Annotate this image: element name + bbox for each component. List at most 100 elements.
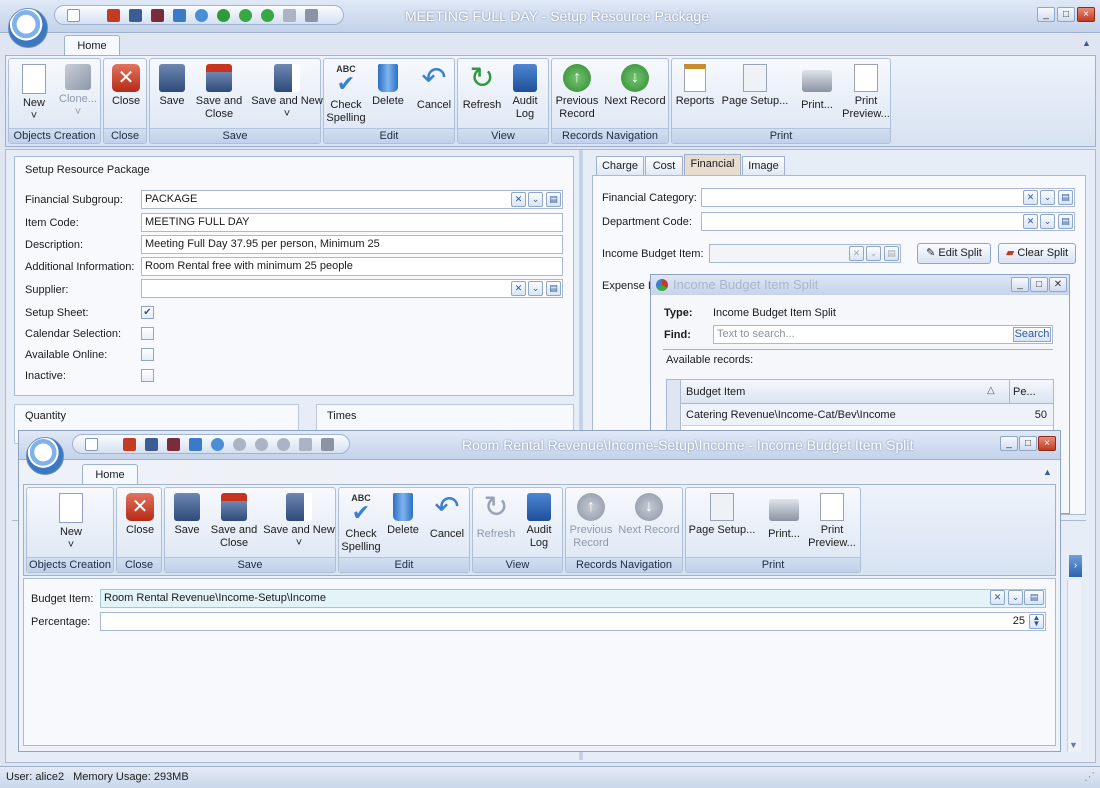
search-input[interactable]: Text to search... Search bbox=[713, 325, 1053, 344]
dropdown-icon[interactable]: ⌄ bbox=[528, 281, 543, 296]
previous-record-button[interactable]: ↑ Previous Record bbox=[563, 493, 619, 550]
split-edit-close-button[interactable]: × bbox=[1038, 436, 1056, 451]
qat-new-icon[interactable] bbox=[85, 438, 98, 451]
clear-icon[interactable]: ✕ bbox=[1023, 190, 1038, 205]
available-online-checkbox[interactable] bbox=[141, 348, 154, 361]
clear-icon[interactable]: ✕ bbox=[511, 192, 526, 207]
clear-icon[interactable]: ✕ bbox=[849, 246, 864, 261]
app-logo[interactable] bbox=[8, 8, 48, 48]
lookup-icon[interactable]: ▤ bbox=[1058, 190, 1073, 205]
qat-new-icon[interactable] bbox=[67, 9, 80, 22]
scroll-right-button[interactable]: › bbox=[1069, 555, 1082, 577]
inactive-checkbox[interactable] bbox=[141, 369, 154, 382]
clear-split-button[interactable]: ▰ Clear Split bbox=[998, 243, 1076, 264]
financial-subgroup-field[interactable]: PACKAGE ✕ ⌄ ▤ bbox=[141, 190, 563, 209]
budget-item-field[interactable]: Room Rental Revenue\Income-Setup\Income … bbox=[100, 589, 1046, 608]
setup-sheet-checkbox[interactable]: ✔ bbox=[141, 306, 154, 319]
main-maximize-button[interactable]: □ bbox=[1057, 7, 1075, 22]
calendar-selection-checkbox[interactable] bbox=[141, 327, 154, 340]
financial-category-field[interactable]: ✕ ⌄ ▤ bbox=[701, 188, 1075, 207]
column-percentage[interactable]: Pe... bbox=[1013, 386, 1036, 398]
qat-prev-icon[interactable] bbox=[239, 9, 252, 22]
tab-image[interactable]: Image bbox=[742, 156, 785, 175]
audit-log-button[interactable]: Audit Log bbox=[497, 64, 553, 121]
cancel-button[interactable]: ↶ Cancel bbox=[419, 493, 475, 541]
qat-delete-icon[interactable] bbox=[189, 438, 202, 451]
dropdown-icon[interactable]: ⌄ bbox=[1040, 214, 1055, 229]
main-tab-home[interactable]: Home bbox=[64, 35, 120, 56]
next-record-button[interactable]: ↓ Next Record bbox=[616, 493, 682, 537]
qat-close-icon[interactable] bbox=[107, 9, 120, 22]
page-setup-button[interactable]: Page Setup... bbox=[719, 64, 791, 108]
qat-next-icon[interactable] bbox=[261, 9, 274, 22]
spin-updown-icon[interactable]: ▲ ▼ bbox=[1029, 614, 1044, 629]
dropdown-icon[interactable]: ⌄ bbox=[1040, 190, 1055, 205]
new-button[interactable]: New ˅ bbox=[43, 493, 99, 552]
vertical-scrollbar[interactable] bbox=[1067, 580, 1081, 752]
lookup-icon[interactable]: ▤ bbox=[1024, 590, 1044, 605]
qat-next-icon[interactable] bbox=[277, 438, 290, 451]
qat-print-icon[interactable] bbox=[321, 438, 334, 451]
print-preview-button[interactable]: Print Preview... bbox=[838, 64, 894, 121]
income-budget-item-field[interactable]: ✕ ⌄ ▤ bbox=[709, 244, 901, 263]
main-minimize-button[interactable]: _ bbox=[1037, 7, 1055, 22]
save-and-close-button[interactable]: Save and Close bbox=[191, 64, 247, 121]
qat-page-setup-icon[interactable] bbox=[299, 438, 312, 451]
qat-prev-icon[interactable] bbox=[255, 438, 268, 451]
qat-refresh-icon[interactable] bbox=[233, 438, 246, 451]
page-setup-button[interactable]: Page Setup... bbox=[686, 493, 758, 537]
resize-grip-icon[interactable]: ⋰ bbox=[1084, 770, 1095, 783]
clear-icon[interactable]: ✕ bbox=[990, 590, 1005, 605]
split-edit-maximize-button[interactable]: □ bbox=[1019, 436, 1037, 451]
qat-save-close-icon[interactable] bbox=[151, 9, 164, 22]
print-preview-button[interactable]: Print Preview... bbox=[804, 493, 860, 550]
split-ribbon-collapse-icon[interactable]: ▲ bbox=[1043, 467, 1052, 477]
lookup-icon[interactable]: ▤ bbox=[546, 192, 561, 207]
split-minimize-button[interactable]: _ bbox=[1011, 277, 1029, 292]
qat-refresh-icon[interactable] bbox=[217, 9, 230, 22]
print-button[interactable]: Print... bbox=[789, 64, 845, 112]
tab-cost[interactable]: Cost bbox=[645, 156, 683, 175]
qat-undo-icon[interactable] bbox=[195, 9, 208, 22]
edit-split-button[interactable]: ✎ Edit Split bbox=[917, 243, 991, 264]
table-row[interactable]: Catering Revenue\Income-Cat/Bev\Income 5… bbox=[682, 404, 1053, 426]
qat-save-icon[interactable] bbox=[145, 438, 158, 451]
dropdown-icon[interactable]: ⌄ bbox=[1008, 590, 1023, 605]
search-button[interactable]: Search bbox=[1013, 327, 1051, 342]
clear-icon[interactable]: ✕ bbox=[511, 281, 526, 296]
dropdown-icon[interactable]: ⌄ bbox=[866, 246, 881, 261]
qat-save-close-icon[interactable] bbox=[167, 438, 180, 451]
column-budget-item[interactable]: Budget Item bbox=[686, 386, 745, 398]
qat-undo-icon[interactable] bbox=[211, 438, 224, 451]
qat-close-icon[interactable] bbox=[123, 438, 136, 451]
description-field[interactable]: Meeting Full Day 37.95 per person, Minim… bbox=[141, 235, 563, 254]
lookup-icon[interactable]: ▤ bbox=[546, 281, 561, 296]
save-and-new-button[interactable]: Save and New ˅ bbox=[262, 493, 336, 550]
save-and-new-button[interactable]: Save and New ˅ bbox=[250, 64, 324, 121]
additional-information-field[interactable]: Room Rental free with minimum 25 people bbox=[141, 257, 563, 276]
qat-print-icon[interactable] bbox=[305, 9, 318, 22]
reports-button[interactable]: Reports bbox=[667, 64, 723, 108]
supplier-field[interactable]: ✕ ⌄ ▤ bbox=[141, 279, 563, 298]
qat-page-setup-icon[interactable] bbox=[283, 9, 296, 22]
split-close-button[interactable]: ✕ bbox=[1049, 277, 1067, 292]
save-and-close-button[interactable]: Save and Close bbox=[206, 493, 262, 550]
scroll-down-icon[interactable]: ▼ bbox=[1069, 740, 1078, 750]
previous-record-button[interactable]: ↑ Previous Record bbox=[549, 64, 605, 121]
tab-charge[interactable]: Charge bbox=[596, 156, 644, 175]
split-tab-home[interactable]: Home bbox=[82, 464, 138, 485]
ribbon-collapse-icon[interactable]: ▲ bbox=[1082, 38, 1091, 48]
lookup-icon[interactable]: ▤ bbox=[1058, 214, 1073, 229]
split-app-logo[interactable] bbox=[26, 437, 64, 475]
percentage-spin-field[interactable]: 25 ▲ ▼ bbox=[100, 612, 1046, 631]
main-close-button[interactable]: × bbox=[1077, 7, 1095, 22]
lookup-icon[interactable]: ▤ bbox=[884, 246, 899, 261]
qat-delete-icon[interactable] bbox=[173, 9, 186, 22]
audit-log-button[interactable]: Audit Log bbox=[511, 493, 567, 550]
qat-save-icon[interactable] bbox=[129, 9, 142, 22]
clear-icon[interactable]: ✕ bbox=[1023, 214, 1038, 229]
split-edit-minimize-button[interactable]: _ bbox=[1000, 436, 1018, 451]
split-maximize-button[interactable]: □ bbox=[1030, 277, 1048, 292]
next-record-button[interactable]: ↓ Next Record bbox=[602, 64, 668, 108]
department-code-field[interactable]: ✕ ⌄ ▤ bbox=[701, 212, 1075, 231]
